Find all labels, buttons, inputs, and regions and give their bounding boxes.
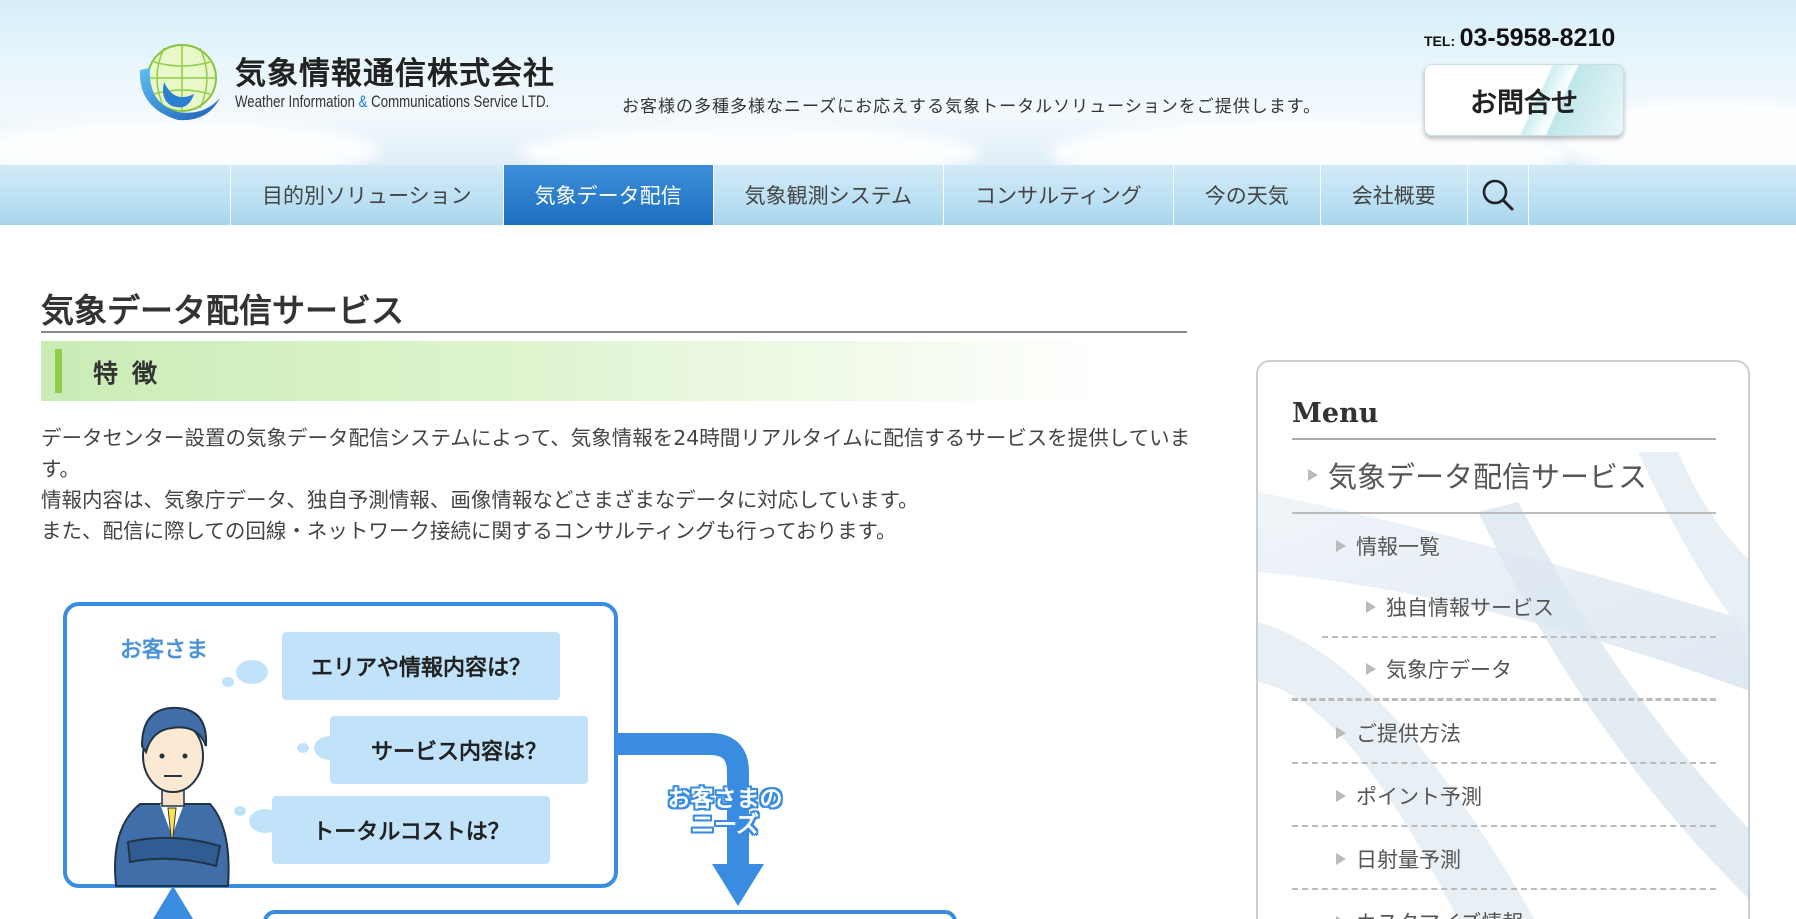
- triangle-bullet-icon: [1308, 469, 1318, 481]
- sidebar-item-label: ポイント予測: [1356, 785, 1482, 809]
- needs-label-line: お客さまの: [667, 786, 783, 812]
- triangle-bullet-icon: [1336, 790, 1346, 802]
- globe-logo-icon: [139, 44, 220, 121]
- triangle-bullet-icon: [1366, 601, 1376, 613]
- sidebar-item-label: ご提供方法: [1356, 722, 1461, 746]
- customer-label: お客さま: [120, 638, 209, 663]
- sidebar-item-label: 気象庁データ: [1386, 658, 1512, 682]
- sidebar-item-label: 日射量予測: [1356, 848, 1461, 872]
- sidebar-item-delivery-method[interactable]: ご提供方法: [1336, 717, 1461, 749]
- question-bubble-service: サービス内容は？: [330, 716, 588, 784]
- menu-separator: [1292, 762, 1716, 764]
- tel-label: TEL:: [1424, 33, 1456, 49]
- sidebar-item-original-info[interactable]: 独自情報サービス: [1366, 591, 1554, 623]
- menu-divider: [1292, 438, 1716, 440]
- section-accent-bar: [55, 349, 62, 393]
- global-nav-bar: 目的別ソリューション 気象データ配信 気象観測システム コンサルティング 今の天…: [0, 165, 1796, 225]
- sidebar-item-jma-data[interactable]: 気象庁データ: [1366, 653, 1512, 685]
- site-tagline: お客様の多種多様なニーズにお応えする気象トータルソリューションをご提供します。: [622, 97, 1322, 117]
- triangle-bullet-icon: [1366, 663, 1376, 675]
- tel-number: 03-5958-8210: [1459, 24, 1616, 52]
- menu-separator: [1322, 636, 1716, 638]
- triangle-bullet-icon: [1336, 727, 1346, 739]
- intro-text: データセンター設置の気象データ配信システムによって、気象情報を24時間リアルタイ…: [41, 423, 1191, 547]
- service-diagram: お客さま エリアや情報内容は？ サービス内容は？ トータルコストは？ お客さまの…: [60, 596, 960, 919]
- page-title: 気象データ配信サービス: [41, 291, 404, 330]
- triangle-bullet-icon: [1336, 853, 1346, 865]
- question-bubble-cost: トータルコストは？: [272, 796, 550, 864]
- phone-number: TEL: 03-5958-8210: [1424, 24, 1615, 53]
- needs-label-line: ニーズ: [691, 812, 759, 838]
- search-button[interactable]: [1468, 165, 1529, 225]
- sidebar-item-label: カスタマイズ情報: [1356, 907, 1523, 919]
- nav-item-data-delivery[interactable]: 気象データ配信: [503, 165, 714, 225]
- menu-title: Menu: [1292, 398, 1379, 429]
- sidebar-item-custom-info[interactable]: カスタマイズ情報: [1336, 906, 1523, 919]
- sidebar-item-label: 情報一覧: [1356, 535, 1440, 559]
- company-name-english: Weather Information & Communications Ser…: [235, 92, 549, 112]
- site-header: 気象情報通信株式会社 Weather Information & Communi…: [0, 0, 1796, 165]
- sidebar-item-label: 気象データ配信サービス: [1328, 460, 1648, 494]
- section-heading-label: 特徴: [93, 359, 172, 388]
- company-name-en-part: Weather Information: [235, 92, 359, 111]
- sidebar-item-point-forecast[interactable]: ポイント予測: [1336, 780, 1482, 812]
- global-nav: 目的別ソリューション 気象データ配信 気象観測システム コンサルティング 今の天…: [230, 165, 1529, 225]
- sidebar-item-label: 独自情報サービス: [1386, 596, 1554, 620]
- menu-separator: [1292, 825, 1716, 827]
- sidebar-background: [1258, 362, 1748, 919]
- contact-button[interactable]: お問合せ: [1424, 64, 1624, 136]
- sidebar-menu: Menu 気象データ配信サービス 情報一覧 独自情報サービス 気象庁データ ご提…: [1256, 360, 1750, 919]
- sidebar-item-solar-forecast[interactable]: 日射量予測: [1336, 843, 1461, 875]
- nav-item-consulting[interactable]: コンサルティング: [944, 165, 1174, 225]
- company-name-en-part: Communications Service LTD.: [367, 92, 550, 111]
- intro-paragraph: データセンター設置の気象データ配信システムによって、気象情報を24時間リアルタイ…: [41, 426, 1191, 481]
- nav-item-company[interactable]: 会社概要: [1321, 165, 1468, 225]
- intro-paragraph: 情報内容は、気象庁データ、独自予測情報、画像情報などさまざまなデータに対応してい…: [41, 488, 919, 512]
- nav-item-solutions[interactable]: 目的別ソリューション: [231, 165, 504, 225]
- question-bubble-area: エリアや情報内容は？: [282, 632, 560, 700]
- nav-item-current-weather[interactable]: 今の天気: [1174, 165, 1321, 225]
- company-name: 気象情報通信株式会社: [235, 56, 555, 92]
- customer-needs-label: お客さまの ニーズ: [650, 786, 800, 838]
- ampersand: &: [358, 92, 368, 111]
- intro-paragraph: また、配信に際しての回線・ネットワーク接続に関するコンサルティングも行っておりま…: [41, 519, 897, 543]
- menu-separator: [1292, 698, 1716, 701]
- title-divider: [41, 331, 1187, 333]
- triangle-bullet-icon: [1336, 540, 1346, 552]
- search-icon: [1482, 179, 1514, 211]
- menu-separator: [1292, 888, 1716, 890]
- sidebar-item-data-delivery-service[interactable]: 気象データ配信サービス: [1308, 452, 1647, 498]
- nav-item-observation-system[interactable]: 気象観測システム: [714, 165, 944, 225]
- sidebar-item-info-list[interactable]: 情報一覧: [1336, 530, 1440, 562]
- section-heading: 特徴: [41, 341, 1105, 401]
- menu-separator: [1292, 512, 1716, 514]
